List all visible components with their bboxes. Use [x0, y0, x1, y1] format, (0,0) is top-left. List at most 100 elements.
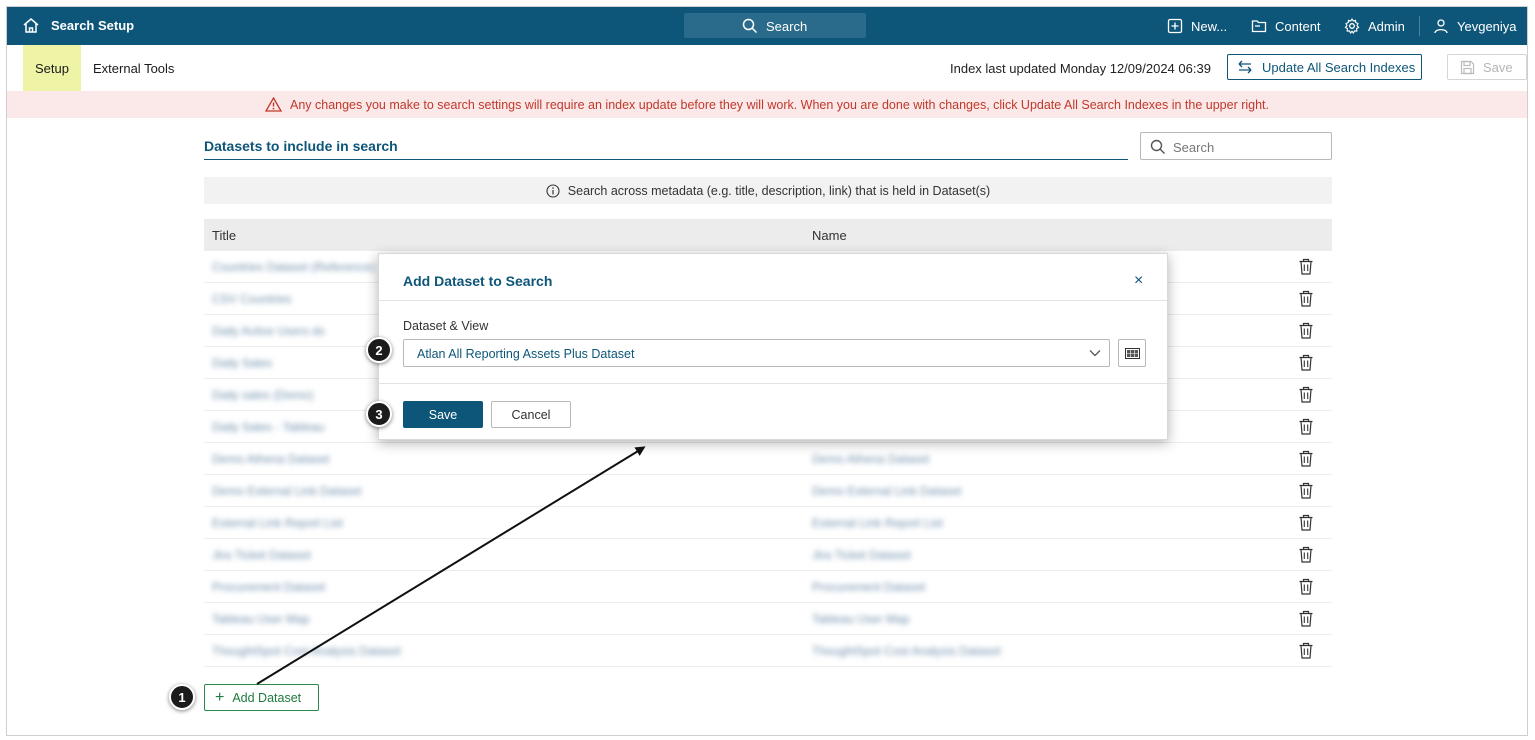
dialog-save-button[interactable]: Save — [403, 401, 483, 428]
user-menu[interactable]: Yevgeniya — [1433, 18, 1517, 34]
row-title[interactable]: Daily Sales — [212, 356, 272, 370]
dataset-view-select[interactable]: Atlan All Reporting Assets Plus Dataset — [403, 339, 1110, 367]
trash-icon[interactable] — [1298, 578, 1314, 595]
folder-icon — [1251, 20, 1267, 33]
dialog-cancel-button[interactable]: Cancel — [491, 401, 571, 428]
row-title[interactable]: Daily Active Users ds — [212, 324, 325, 338]
info-text: Search across metadata (e.g. title, desc… — [567, 183, 991, 198]
section-title: Datasets to include in search — [204, 138, 398, 154]
row-name: Jira Ticket Dataset — [812, 548, 911, 562]
new-menu-label: New... — [1191, 18, 1228, 34]
table-row[interactable]: Demo External Link Dataset Demo External … — [204, 475, 1332, 507]
dataset-view-label: Dataset & View — [403, 319, 489, 333]
admin-menu[interactable]: Admin — [1344, 18, 1405, 34]
gear-icon — [1344, 18, 1360, 34]
close-icon[interactable]: × — [1134, 272, 1143, 290]
row-name: Procurement Dataset — [812, 580, 926, 594]
trash-icon[interactable] — [1298, 610, 1314, 627]
dialog-title: Add Dataset to Search — [403, 273, 553, 289]
tab-external-tools[interactable]: External Tools — [93, 61, 174, 76]
table-row[interactable]: Jira Ticket Dataset Jira Ticket Dataset — [204, 539, 1332, 571]
trash-icon[interactable] — [1298, 514, 1314, 531]
dataset-view-selected: Atlan All Reporting Assets Plus Dataset — [417, 347, 635, 361]
add-dataset-label: Add Dataset — [232, 690, 302, 705]
row-title[interactable]: Procurement Dataset — [212, 580, 325, 594]
row-name: Tableau User Map — [812, 612, 910, 626]
trash-icon[interactable] — [1298, 290, 1314, 307]
table-row[interactable]: Procurement Dataset Procurement Dataset — [204, 571, 1332, 603]
row-title[interactable]: CSV Countries — [212, 292, 291, 306]
row-name: ThoughtSpot Cost Analysis Dataset — [812, 644, 1001, 658]
step-marker-3: 3 — [366, 401, 392, 427]
row-name: External Link Report List — [812, 516, 943, 530]
chevron-down-icon — [1089, 350, 1101, 357]
trash-icon[interactable] — [1298, 322, 1314, 339]
warning-triangle-icon — [264, 97, 282, 112]
row-name: Demo Athena Dataset — [812, 452, 930, 466]
content-menu-label: Content — [1275, 18, 1321, 34]
search-icon — [1150, 139, 1165, 154]
dataset-browse-button[interactable] — [1118, 339, 1146, 367]
info-icon — [546, 183, 560, 198]
dataset-search[interactable] — [1140, 132, 1332, 160]
step-marker-2: 2 — [366, 337, 392, 363]
update-all-indexes-label: Update All Search Indexes — [1262, 59, 1416, 75]
trash-icon[interactable] — [1298, 386, 1314, 403]
trash-icon[interactable] — [1298, 450, 1314, 467]
section-divider — [204, 159, 1128, 160]
table-row[interactable]: Demo Athena Dataset Demo Athena Dataset — [204, 443, 1332, 475]
row-title[interactable]: Tableau User Map — [212, 612, 309, 626]
warning-text: Any changes you make to search settings … — [289, 97, 1270, 112]
row-title[interactable]: Jira Ticket Dataset — [212, 548, 311, 562]
table-row[interactable]: External Link Report List External Link R… — [204, 507, 1332, 539]
row-title[interactable]: Daily sales (Demo) — [212, 388, 313, 402]
divider — [1419, 16, 1420, 36]
global-search[interactable]: Search — [684, 13, 866, 38]
table-grid-icon — [1125, 348, 1140, 359]
trash-icon[interactable] — [1298, 418, 1314, 435]
update-all-indexes-button[interactable]: Update All Search Indexes — [1227, 54, 1422, 80]
trash-icon[interactable] — [1298, 642, 1314, 659]
row-title[interactable]: External Link Report List — [212, 516, 343, 530]
app-title: Search Setup — [51, 18, 135, 33]
table-row[interactable]: ThoughtSpot Cost Analysis Dataset Thought… — [204, 635, 1332, 667]
column-header-title[interactable]: Title — [212, 228, 236, 243]
row-title[interactable]: ThoughtSpot Cost Analysis Dataset — [212, 644, 401, 658]
top-bar: Search Setup Search New... Content Admin… — [7, 7, 1527, 45]
save-button-label: Save — [1483, 59, 1513, 75]
plus-icon: + — [215, 688, 225, 706]
trash-icon[interactable] — [1298, 354, 1314, 371]
save-button[interactable]: Save — [1447, 54, 1527, 80]
floppy-disk-icon — [1460, 60, 1475, 74]
index-status-text: Index last updated Monday 12/09/2024 06:… — [950, 61, 1211, 76]
sub-header: Setup External Tools Index last updated … — [7, 45, 1527, 93]
dialog-divider — [379, 383, 1167, 384]
add-dataset-dialog: Add Dataset to Search × Dataset & View A… — [378, 253, 1168, 440]
trash-icon[interactable] — [1298, 258, 1314, 275]
table-row[interactable]: Tableau User Map Tableau User Map — [204, 603, 1332, 635]
warning-banner: Any changes you make to search settings … — [7, 91, 1527, 118]
dataset-search-input[interactable] — [1171, 137, 1325, 157]
search-icon — [742, 18, 758, 34]
tab-setup[interactable]: Setup — [23, 45, 81, 93]
plus-square-icon — [1167, 18, 1183, 34]
user-icon — [1434, 19, 1448, 34]
content-menu[interactable]: Content — [1251, 18, 1321, 34]
row-name: Demo External Link Dataset — [812, 484, 962, 498]
row-title[interactable]: Countries Dataset (Reference) — [212, 260, 375, 274]
step-marker-1: 1 — [169, 684, 195, 710]
row-title[interactable]: Demo External Link Dataset — [212, 484, 361, 498]
row-title[interactable]: Demo Athena Dataset — [212, 452, 329, 466]
trash-icon[interactable] — [1298, 482, 1314, 499]
home-icon[interactable] — [21, 16, 41, 36]
new-menu[interactable]: New... — [1167, 18, 1227, 34]
add-dataset-button[interactable]: + Add Dataset — [204, 684, 319, 711]
column-header-name[interactable]: Name — [812, 228, 847, 243]
trash-icon[interactable] — [1298, 546, 1314, 563]
info-bar: Search across metadata (e.g. title, desc… — [204, 177, 1332, 204]
row-title[interactable]: Daily Sales - Tableau — [212, 420, 325, 434]
user-menu-label: Yevgeniya — [1457, 18, 1517, 34]
dialog-divider — [379, 300, 1167, 301]
app-window: Search Setup Search New... Content Admin… — [6, 6, 1528, 736]
global-search-label: Search — [766, 19, 808, 34]
